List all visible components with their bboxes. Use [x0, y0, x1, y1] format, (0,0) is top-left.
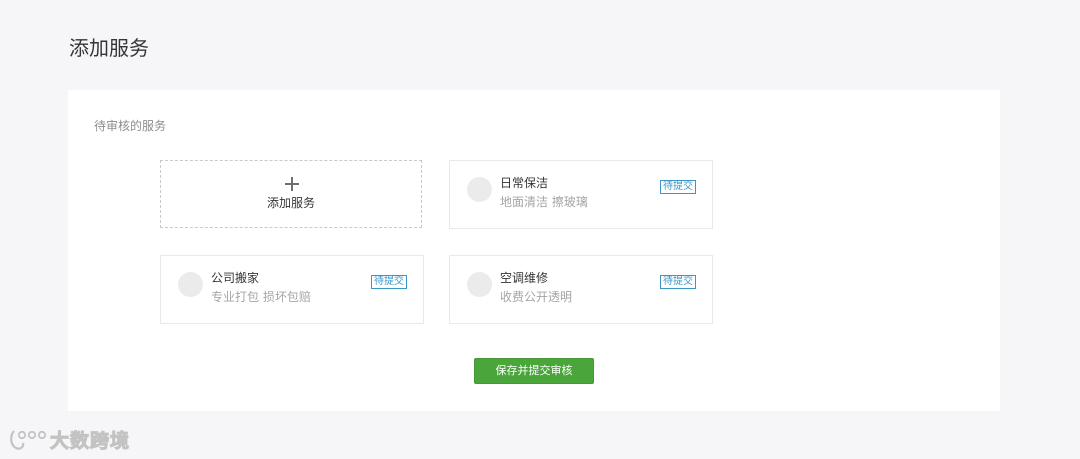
service-name: 公司搬家	[211, 271, 260, 285]
service-card-daily-cleaning[interactable]: 日常保洁 地面清洁 擦玻璃 待提交	[449, 160, 713, 229]
service-avatar	[178, 272, 203, 297]
service-avatar	[467, 272, 492, 297]
service-name: 空调维修	[500, 271, 549, 285]
service-description: 收费公开透明	[500, 290, 573, 304]
page-title: 添加服务	[69, 36, 149, 60]
service-panel: 待审核的服务 添加服务 日常保洁 地面清洁 擦玻璃 待提交 公司搬家 专业打包 …	[68, 90, 1000, 411]
add-service-label: 添加服务	[266, 196, 315, 210]
service-card-office-moving[interactable]: 公司搬家 专业打包 损坏包赔 待提交	[160, 255, 424, 324]
section-label: 待审核的服务	[94, 119, 167, 133]
status-badge: 待提交	[660, 180, 696, 194]
watermark: 大数跨境	[8, 426, 130, 452]
plus-icon	[285, 177, 299, 191]
watermark-text: 大数跨境	[49, 429, 131, 452]
watermark-logo-icon	[10, 430, 47, 450]
service-name: 日常保洁	[500, 176, 549, 190]
add-service-card[interactable]: 添加服务	[160, 160, 422, 228]
service-card-ac-repair[interactable]: 空调维修 收费公开透明 待提交	[449, 255, 713, 324]
status-badge: 待提交	[371, 275, 407, 289]
service-avatar	[467, 177, 492, 202]
save-and-submit-button[interactable]: 保存并提交审核	[474, 358, 594, 384]
status-badge: 待提交	[660, 275, 696, 289]
service-description: 专业打包 损坏包赔	[211, 290, 311, 304]
service-description: 地面清洁 擦玻璃	[500, 195, 588, 209]
